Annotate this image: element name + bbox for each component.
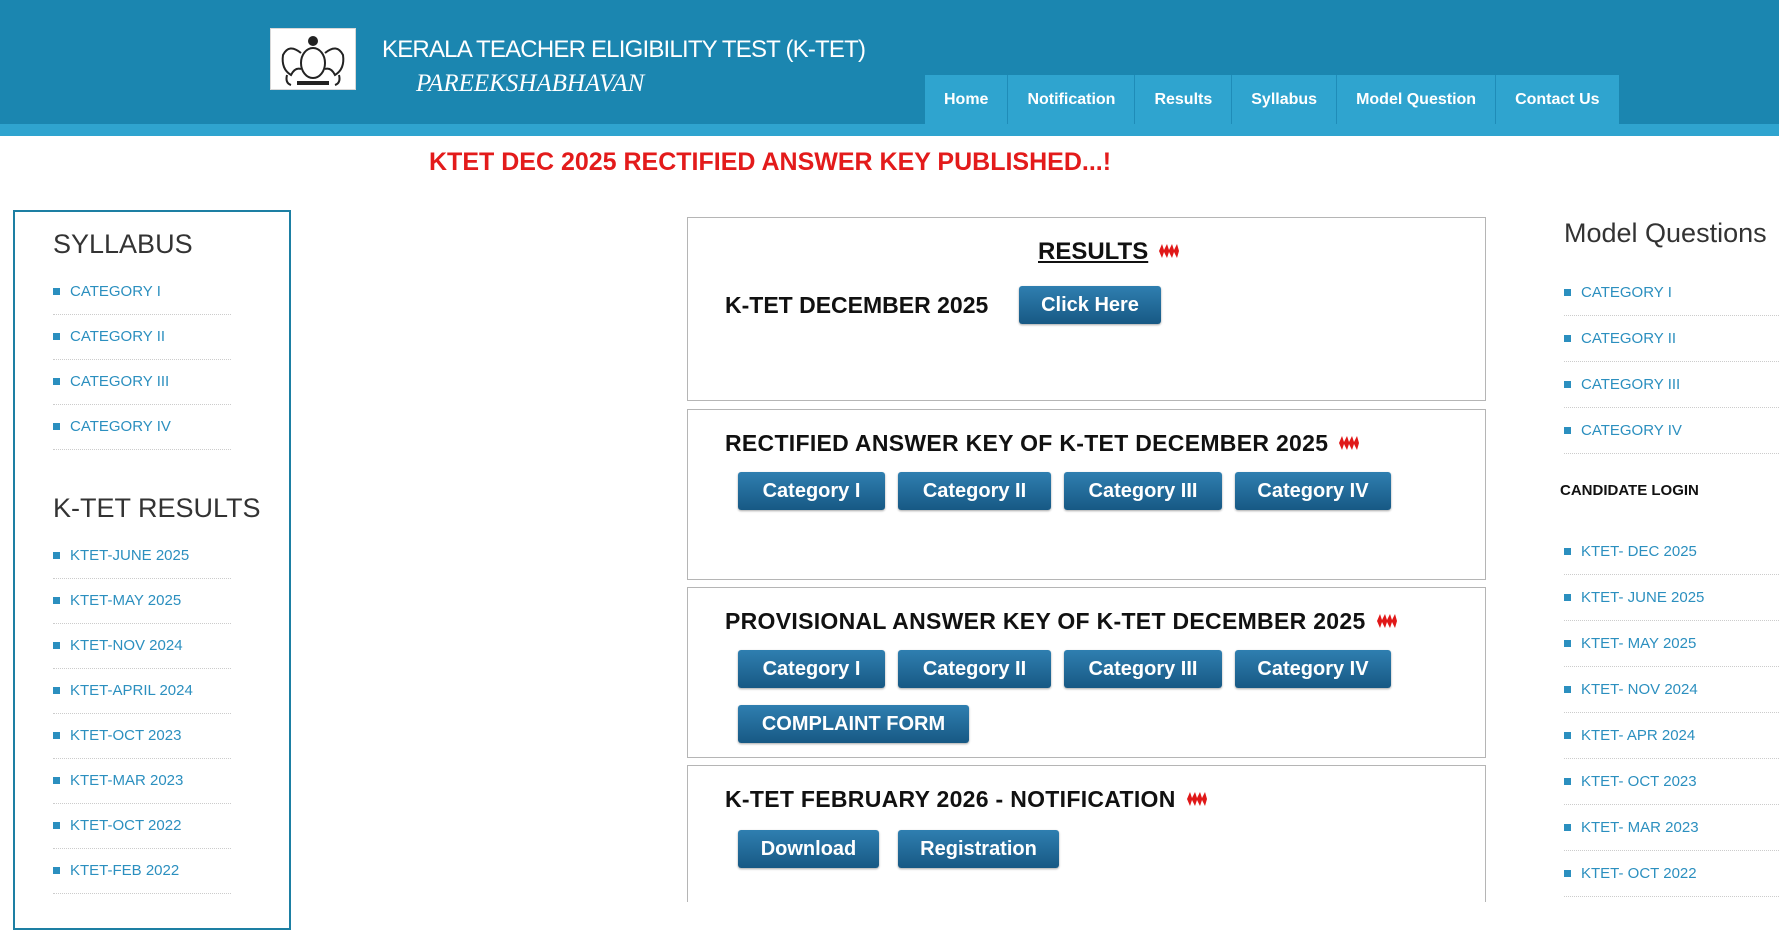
kerala-emblem-icon[interactable] (270, 28, 356, 90)
candidate-login-heading: CANDIDATE LOGIN (1560, 482, 1699, 499)
square-bullet-icon (53, 641, 60, 649)
candidate-login-item[interactable]: KTET- OCT 2023 (1564, 759, 1779, 805)
model-questions-heading: Model Questions (1564, 218, 1767, 248)
nav-home[interactable]: Home (925, 75, 1009, 124)
results-item[interactable]: KTET-OCT 2023 (53, 714, 231, 759)
square-bullet-icon (1564, 593, 1571, 601)
syllabus-item-category-2[interactable]: CATEGORY II (53, 315, 231, 360)
square-bullet-icon (1564, 823, 1571, 831)
results-list: KTET-JUNE 2025 KTET-MAY 2025 KTET-NOV 20… (53, 534, 231, 894)
notification-download-button[interactable]: Download (738, 830, 879, 868)
results-item[interactable]: KTET-NOV 2024 (53, 624, 231, 669)
nav-notification[interactable]: Notification (1008, 75, 1136, 124)
provisional-category-1-button[interactable]: Category I (738, 650, 885, 688)
site-title: KERALA TEACHER ELIGIBILITY TEST (K-TET) (382, 36, 866, 63)
results-item[interactable]: KTET-MAR 2023 (53, 759, 231, 804)
notification-panel: K-TET FEBRUARY 2026 - NOTIFICATION Downl… (687, 765, 1486, 902)
scrolling-notice[interactable]: KTET DEC 2025 RECTIFIED ANSWER KEY PUBLI… (429, 148, 1111, 177)
nav-results[interactable]: Results (1135, 75, 1233, 124)
candidate-login-item[interactable]: KTET- JUNE 2025 (1564, 575, 1779, 621)
results-exam-label: K-TET DECEMBER 2025 (725, 292, 989, 318)
square-bullet-icon (1564, 547, 1571, 555)
results-panel: RESULTS K-TET DECEMBER 2025 Click Here (687, 217, 1486, 401)
syllabus-item-category-1[interactable]: CATEGORY I (53, 270, 231, 315)
left-sidebar: SYLLABUS CATEGORY I CATEGORY II CATEGORY… (13, 210, 291, 930)
provisional-category-3-button[interactable]: Category III (1064, 650, 1222, 688)
square-bullet-icon (1564, 334, 1571, 342)
results-item[interactable]: KTET-OCT 2022 (53, 804, 231, 849)
square-bullet-icon (53, 596, 60, 604)
syllabus-item-category-4[interactable]: CATEGORY IV (53, 405, 231, 450)
results-panel-title: RESULTS (1038, 238, 1180, 266)
square-bullet-icon (53, 776, 60, 784)
square-bullet-icon (53, 332, 60, 340)
new-badge-icon (1159, 243, 1180, 258)
rectified-category-4-button[interactable]: Category IV (1235, 472, 1391, 510)
model-item-category-3[interactable]: CATEGORY III (1564, 362, 1779, 408)
new-badge-icon (1339, 435, 1360, 450)
square-bullet-icon (1564, 380, 1571, 388)
square-bullet-icon (1564, 288, 1571, 296)
square-bullet-icon (53, 422, 60, 430)
results-item[interactable]: KTET-MAY 2025 (53, 579, 231, 624)
rectified-answer-key-panel: RECTIFIED ANSWER KEY OF K-TET DECEMBER 2… (687, 409, 1486, 580)
square-bullet-icon (53, 287, 60, 295)
square-bullet-icon (1564, 777, 1571, 785)
square-bullet-icon (1564, 426, 1571, 434)
nav-contact-us[interactable]: Contact Us (1496, 75, 1618, 124)
results-item[interactable]: KTET-JUNE 2025 (53, 534, 231, 579)
candidate-login-item[interactable]: KTET- OCT 2022 (1564, 851, 1779, 897)
site-header: KERALA TEACHER ELIGIBILITY TEST (K-TET) … (0, 0, 1779, 124)
rectified-category-2-button[interactable]: Category II (898, 472, 1051, 510)
provisional-category-2-button[interactable]: Category II (898, 650, 1051, 688)
site-subtitle: PAREEKSHABHAVAN (416, 70, 645, 97)
provisional-panel-title: PROVISIONAL ANSWER KEY OF K-TET DECEMBER… (725, 608, 1398, 635)
square-bullet-icon (1564, 685, 1571, 693)
square-bullet-icon (1564, 731, 1571, 739)
complaint-form-button[interactable]: COMPLAINT FORM (738, 705, 969, 743)
candidate-login-item[interactable]: KTET- NOV 2024 (1564, 667, 1779, 713)
square-bullet-icon (53, 686, 60, 694)
candidate-login-list: KTET- DEC 2025 KTET- JUNE 2025 KTET- MAY… (1564, 529, 1779, 897)
candidate-login-item[interactable]: KTET- APR 2024 (1564, 713, 1779, 759)
header-strip (0, 124, 1779, 136)
syllabus-item-category-3[interactable]: CATEGORY III (53, 360, 231, 405)
model-questions-list: CATEGORY I CATEGORY II CATEGORY III CATE… (1564, 270, 1779, 454)
results-click-here-button[interactable]: Click Here (1019, 286, 1161, 324)
square-bullet-icon (53, 377, 60, 385)
main-nav: Home Notification Results Syllabus Model… (925, 75, 1619, 124)
model-item-category-1[interactable]: CATEGORY I (1564, 270, 1779, 316)
rectified-panel-title: RECTIFIED ANSWER KEY OF K-TET DECEMBER 2… (725, 430, 1360, 457)
model-item-category-2[interactable]: CATEGORY II (1564, 316, 1779, 362)
provisional-category-4-button[interactable]: Category IV (1235, 650, 1391, 688)
notification-panel-title: K-TET FEBRUARY 2026 - NOTIFICATION (725, 786, 1208, 813)
square-bullet-icon (1564, 639, 1571, 647)
model-item-category-4[interactable]: CATEGORY IV (1564, 408, 1779, 454)
rectified-category-3-button[interactable]: Category III (1064, 472, 1222, 510)
results-heading: K-TET RESULTS (53, 493, 261, 523)
nav-model-question[interactable]: Model Question (1337, 75, 1497, 124)
nav-syllabus[interactable]: Syllabus (1232, 75, 1338, 124)
syllabus-list: CATEGORY I CATEGORY II CATEGORY III CATE… (53, 270, 231, 450)
notification-registration-button[interactable]: Registration (898, 830, 1059, 868)
new-badge-icon (1186, 791, 1207, 806)
candidate-login-item[interactable]: KTET- MAY 2025 (1564, 621, 1779, 667)
square-bullet-icon (53, 551, 60, 559)
square-bullet-icon (53, 866, 60, 874)
candidate-login-item[interactable]: KTET- MAR 2023 (1564, 805, 1779, 851)
syllabus-heading: SYLLABUS (53, 229, 193, 259)
square-bullet-icon (53, 821, 60, 829)
square-bullet-icon (1564, 869, 1571, 877)
rectified-category-1-button[interactable]: Category I (738, 472, 885, 510)
results-item[interactable]: KTET-FEB 2022 (53, 849, 231, 894)
results-item[interactable]: KTET-APRIL 2024 (53, 669, 231, 714)
candidate-login-item[interactable]: KTET- DEC 2025 (1564, 529, 1779, 575)
new-badge-icon (1376, 613, 1397, 628)
square-bullet-icon (53, 731, 60, 739)
provisional-answer-key-panel: PROVISIONAL ANSWER KEY OF K-TET DECEMBER… (687, 587, 1486, 758)
